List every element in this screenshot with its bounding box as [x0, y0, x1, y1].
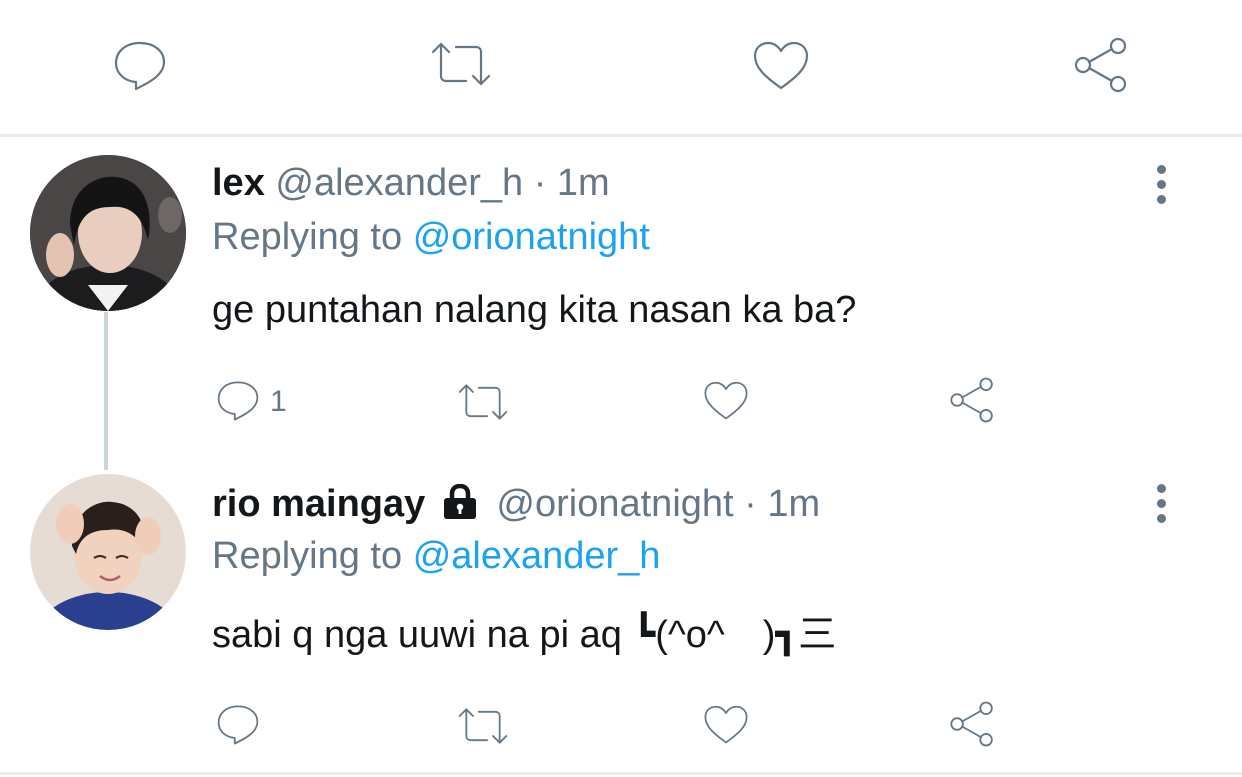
heart-icon[interactable]	[752, 40, 810, 92]
user-handle[interactable]: @orionatnight	[496, 483, 733, 525]
tweet-header: lex @alexander_h · 1m	[212, 160, 610, 206]
avatar-rio[interactable]	[30, 474, 186, 630]
more-options-icon[interactable]	[1151, 165, 1171, 210]
replying-prefix: Replying to	[212, 535, 403, 577]
heart-icon[interactable]	[703, 704, 749, 746]
replying-mention[interactable]: @alexander_h	[413, 535, 661, 577]
tweet-text: ge puntahan nalang kita nasan ka ba?	[212, 289, 857, 331]
reply-count: 1	[270, 385, 287, 418]
replying-to: Replying to @orionatnight	[212, 214, 650, 260]
tweet-header: rio maingay @orionatnight · 1m	[212, 481, 820, 527]
avatar-lex[interactable]	[30, 155, 186, 311]
separator-dot: ·	[744, 483, 757, 525]
user-handle[interactable]: @alexander_h	[275, 162, 523, 204]
top-divider	[0, 134, 1242, 137]
timestamp[interactable]: 1m	[557, 162, 610, 204]
replying-prefix: Replying to	[212, 216, 403, 258]
replying-to: Replying to @alexander_h	[212, 533, 660, 579]
lock-icon	[440, 484, 480, 520]
more-options-icon[interactable]	[1151, 484, 1171, 529]
display-name[interactable]: rio maingay	[212, 483, 425, 525]
retweet-icon[interactable]	[455, 706, 511, 746]
reply-icon[interactable]	[215, 704, 261, 746]
reply-icon[interactable]	[215, 380, 261, 422]
share-icon[interactable]	[1072, 36, 1130, 94]
tweet-text: sabi q nga uuwi na pi aq ┗(^o^ )┓三	[212, 614, 837, 656]
timestamp[interactable]: 1m	[767, 483, 820, 525]
separator-dot: ·	[533, 162, 547, 204]
retweet-icon[interactable]	[428, 40, 494, 88]
replying-mention[interactable]: @orionatnight	[413, 216, 650, 258]
bottom-divider	[0, 772, 1242, 775]
thread-line	[104, 312, 108, 470]
reply-icon[interactable]	[112, 40, 168, 92]
share-icon[interactable]	[948, 376, 996, 424]
heart-icon[interactable]	[703, 380, 749, 422]
share-icon[interactable]	[948, 700, 996, 748]
display-name[interactable]: lex	[212, 162, 265, 204]
retweet-icon[interactable]	[455, 382, 511, 422]
